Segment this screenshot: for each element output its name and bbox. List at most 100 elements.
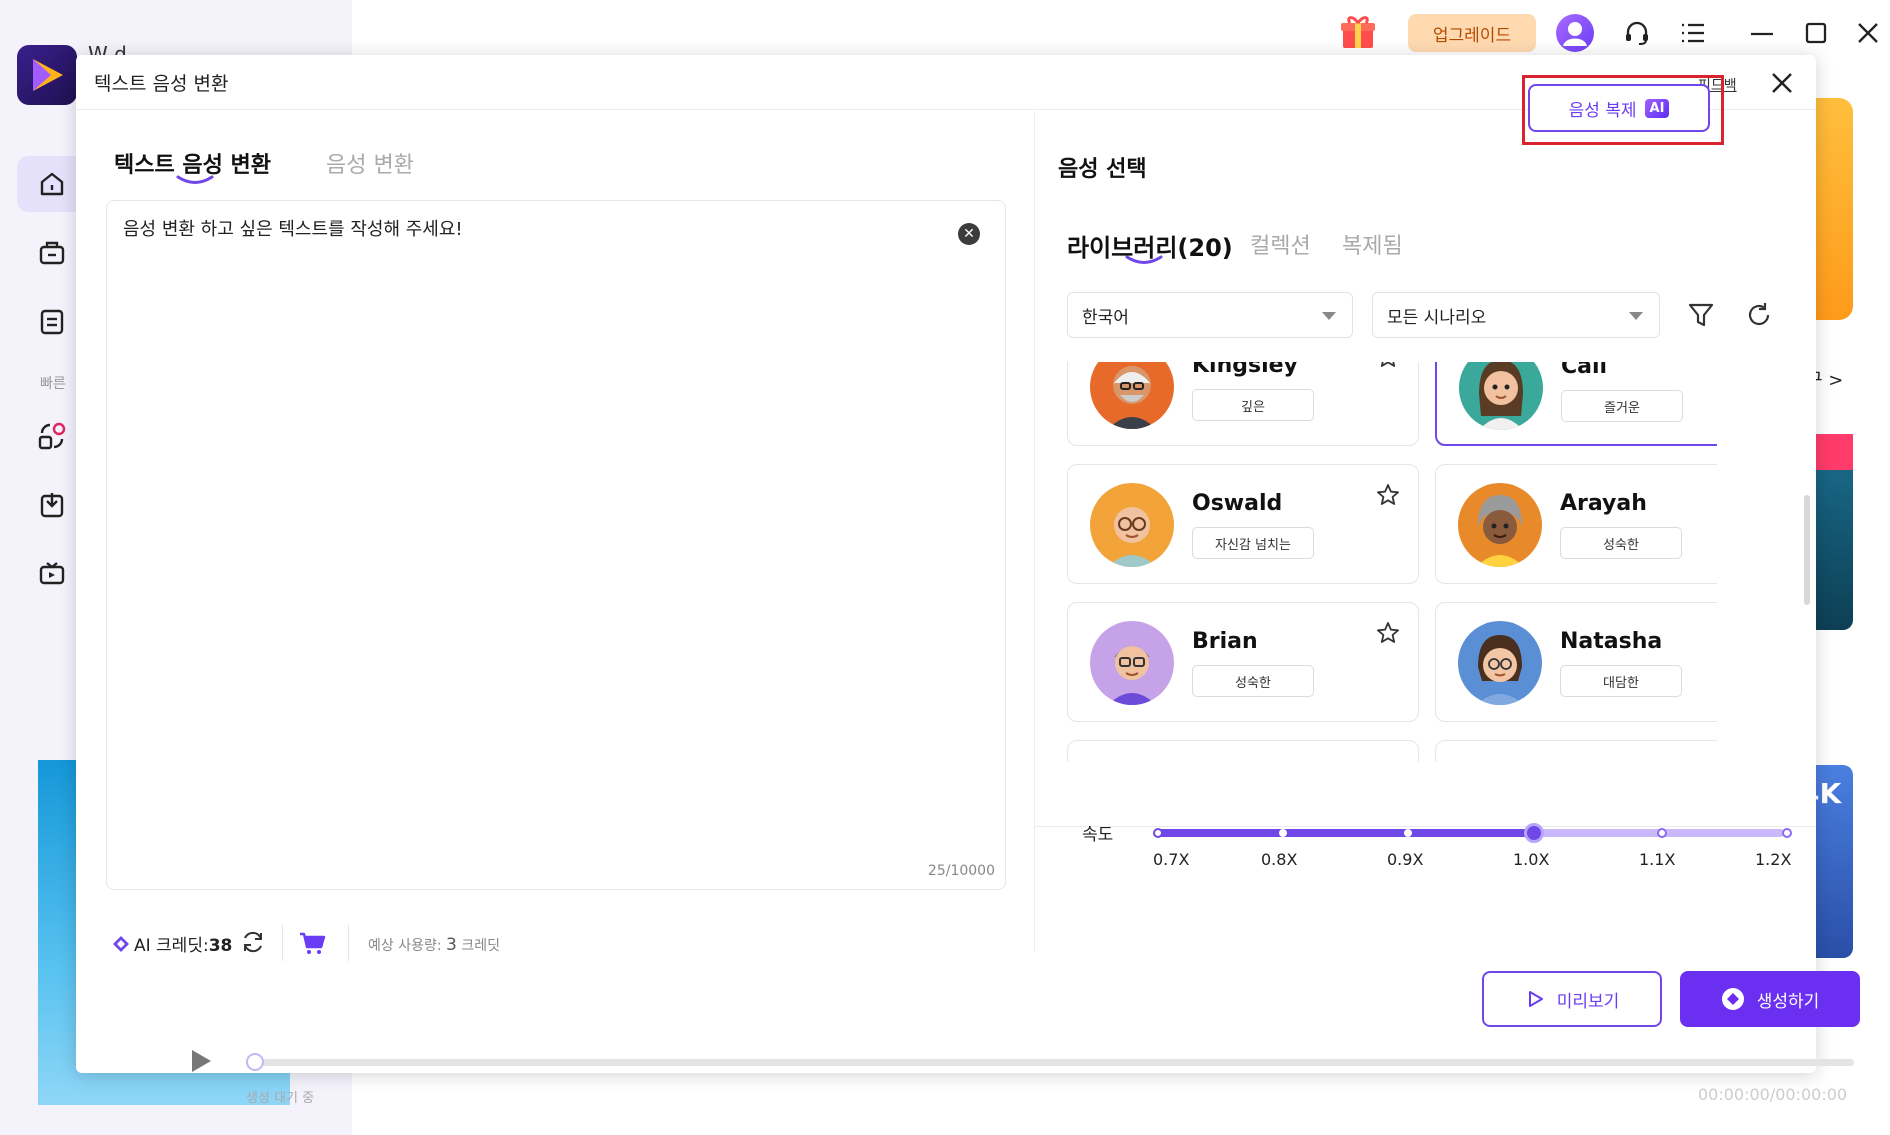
dialog-title: 텍스트 음성 변환 (94, 73, 229, 95)
fast-section-label: 빠른 (40, 376, 66, 392)
voice-avatar (1090, 621, 1174, 705)
voice-card-natasha[interactable]: Natasha 대담한 (1435, 602, 1717, 722)
cart-icon[interactable] (298, 929, 326, 957)
scenario-select[interactable]: 모든 시나리오 (1372, 292, 1660, 338)
scenario-select-value: 모든 시나리오 (1387, 307, 1487, 328)
text-input-area[interactable]: 음성 변환 하고 싶은 텍스트를 작성해 주세요! ✕ 25/10000 (106, 200, 1006, 890)
chevron-down-icon (1322, 312, 1336, 320)
refresh-icon[interactable] (1744, 300, 1774, 330)
voice-name: Arayah (1560, 491, 1647, 516)
language-select[interactable]: 한국어 (1067, 292, 1353, 338)
generate-label: 생성하기 (1756, 991, 1820, 1012)
menu-icon[interactable] (1676, 16, 1710, 50)
filter-icon[interactable] (1686, 300, 1716, 330)
speed-tick-label: 1.2X (1755, 850, 1792, 869)
play-icon[interactable] (188, 1048, 214, 1074)
speed-tick-label: 1.0X (1513, 850, 1550, 869)
generation-status: 생성 대기 중 (246, 1091, 315, 1106)
voice-name: Natasha (1560, 629, 1663, 654)
ai-badge: AI (1644, 98, 1670, 118)
divider (282, 925, 283, 961)
audio-progress-bar[interactable] (262, 1059, 1854, 1066)
active-tab-indicator (176, 175, 214, 184)
upgrade-button[interactable]: 업그레이드 (1408, 14, 1536, 52)
speed-tick-label: 0.8X (1261, 850, 1298, 869)
voice-tag: 성숙한 (1192, 665, 1314, 697)
voice-list[interactable]: Kingsley 깊은 Cali 즐거운 Oswald 자신감 넘치는 Aray… (1067, 362, 1717, 762)
estimated-usage: 예상 사용량: 3 크레딧 (368, 935, 500, 955)
voice-card-brian[interactable]: Brian 성숙한 (1067, 602, 1419, 722)
voice-tag: 성숙한 (1560, 527, 1682, 559)
language-select-value: 한국어 (1082, 307, 1129, 328)
speed-tick-label: 0.9X (1387, 850, 1424, 869)
speed-label: 속도 (1082, 825, 1114, 845)
star-icon[interactable] (1376, 483, 1400, 507)
speed-step-dot[interactable] (1782, 828, 1792, 838)
voice-avatar (1459, 362, 1543, 430)
speed-tick-label: 1.1X (1639, 850, 1676, 869)
voice-name: Oswald (1192, 491, 1283, 516)
voice-name: Brian (1192, 629, 1258, 654)
voice-card-partial[interactable] (1067, 740, 1419, 762)
voice-card-partial[interactable] (1435, 740, 1717, 762)
audio-progress-knob[interactable] (246, 1053, 264, 1071)
star-icon[interactable] (1376, 621, 1400, 645)
refresh-credits-icon[interactable] (240, 929, 266, 955)
divider (348, 925, 349, 961)
speed-slider-fill (1158, 829, 1534, 837)
voice-tag: 깊은 (1192, 389, 1314, 421)
speed-tick-label: 0.7X (1153, 850, 1190, 869)
playback-time: 00:00:00/00:00:00 (1698, 1085, 1848, 1104)
speed-step-dot[interactable] (1153, 828, 1163, 838)
estimated-usage-value: 3 (446, 935, 457, 955)
voice-avatar (1090, 362, 1174, 429)
close-icon[interactable] (1851, 16, 1885, 50)
voice-clone-button[interactable]: 음성 복제 AI (1528, 84, 1710, 132)
headset-icon[interactable] (1620, 16, 1654, 50)
estimated-usage-label: 예상 사용량: (368, 938, 447, 954)
voice-name: Kingsley (1192, 362, 1298, 378)
avatar[interactable] (1556, 14, 1594, 52)
star-icon[interactable] (1376, 362, 1400, 369)
tab-collection[interactable]: 컬렉션 (1250, 228, 1311, 260)
voice-tag: 즐거운 (1561, 390, 1683, 422)
estimated-usage-unit: 크레딧 (456, 938, 500, 954)
active-tab-indicator (1125, 255, 1163, 264)
speed-step-dot[interactable] (1657, 828, 1667, 838)
play-outline-icon (1528, 991, 1543, 1007)
preview-button[interactable]: 미리보기 (1482, 971, 1662, 1027)
gift-icon[interactable] (1338, 12, 1378, 52)
voice-card-oswald[interactable]: Oswald 자신감 넘치는 (1067, 464, 1419, 584)
clear-text-icon[interactable]: ✕ (958, 223, 980, 245)
voice-clone-label: 음성 복제 (1568, 100, 1637, 121)
divider (1034, 826, 1816, 827)
text-input-content[interactable]: 음성 변환 하고 싶은 텍스트를 작성해 주세요! (123, 215, 463, 241)
voice-card-kingsley[interactable]: Kingsley 깊은 (1067, 362, 1419, 446)
ai-credits-label: AI 크레딧: (134, 936, 209, 956)
maximize-icon[interactable] (1799, 16, 1833, 50)
voice-avatar (1458, 483, 1542, 567)
voice-card-cali[interactable]: Cali 즐거운 (1435, 362, 1717, 446)
voice-avatar (1090, 483, 1174, 567)
credit-diamond-icon (113, 936, 129, 952)
ai-credits: AI 크레딧:38 (134, 931, 232, 956)
tab-voice-changer[interactable]: 음성 변환 (326, 147, 414, 179)
preview-label: 미리보기 (1556, 991, 1620, 1012)
voice-name: Cali (1561, 362, 1608, 379)
voice-tag: 자신감 넘치는 (1192, 527, 1314, 559)
speed-step-dot[interactable] (1279, 829, 1287, 837)
generate-icon (1721, 988, 1744, 1010)
dialog-close-icon[interactable] (1766, 67, 1798, 99)
speed-step-dot[interactable] (1404, 829, 1412, 837)
voice-card-arayah[interactable]: Arayah 성숙한 (1435, 464, 1717, 584)
tab-cloned[interactable]: 복제됨 (1342, 228, 1403, 260)
chevron-down-icon (1629, 312, 1643, 320)
voice-list-scrollbar[interactable] (1804, 495, 1810, 605)
app-logo (17, 45, 77, 105)
voice-select-title: 음성 선택 (1058, 157, 1147, 182)
generate-button[interactable]: 생성하기 (1680, 971, 1860, 1027)
voice-avatar (1458, 621, 1542, 705)
minimize-icon[interactable] (1745, 16, 1779, 50)
speed-slider-knob[interactable] (1524, 823, 1544, 843)
char-count: 25/10000 (927, 863, 995, 879)
